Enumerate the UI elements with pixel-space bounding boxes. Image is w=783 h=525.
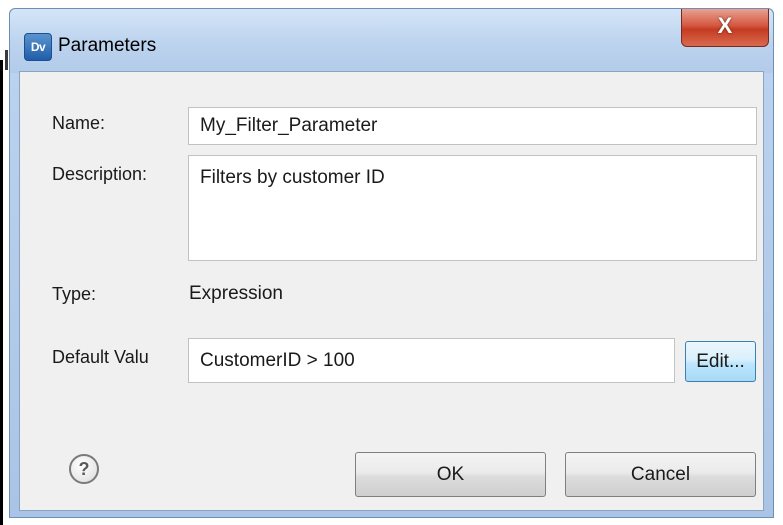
title-bar[interactable]: Dv Parameters X bbox=[10, 9, 773, 73]
name-label: Name: bbox=[52, 113, 106, 133]
description-label: Description: bbox=[52, 164, 148, 184]
close-button[interactable]: X bbox=[681, 9, 769, 47]
type-value: Expression bbox=[189, 283, 283, 304]
background-window-border bbox=[0, 60, 3, 525]
dialog-title: Parameters bbox=[58, 35, 157, 56]
edit-button[interactable]: Edit... bbox=[685, 341, 756, 382]
cancel-button[interactable]: Cancel bbox=[565, 452, 756, 497]
description-field[interactable]: Filters by customer ID bbox=[188, 155, 757, 261]
dv-app-icon: Dv bbox=[24, 33, 52, 61]
parameters-dialog: Dv Parameters X Name: My_Filter_Paramete… bbox=[9, 8, 774, 518]
ok-button[interactable]: OK bbox=[355, 452, 546, 497]
help-icon[interactable]: ? bbox=[69, 454, 99, 484]
dialog-body: Name: My_Filter_Parameter Description: F… bbox=[19, 71, 764, 511]
background-window-edge-mark bbox=[5, 50, 8, 70]
type-label: Type: bbox=[52, 284, 97, 304]
background-window-edge bbox=[0, 0, 9, 525]
default-value-field[interactable]: CustomerID > 100 bbox=[188, 338, 675, 383]
close-icon: X bbox=[717, 13, 733, 38]
name-field[interactable]: My_Filter_Parameter bbox=[188, 107, 757, 145]
default-value-label: Default Valu bbox=[52, 347, 149, 367]
